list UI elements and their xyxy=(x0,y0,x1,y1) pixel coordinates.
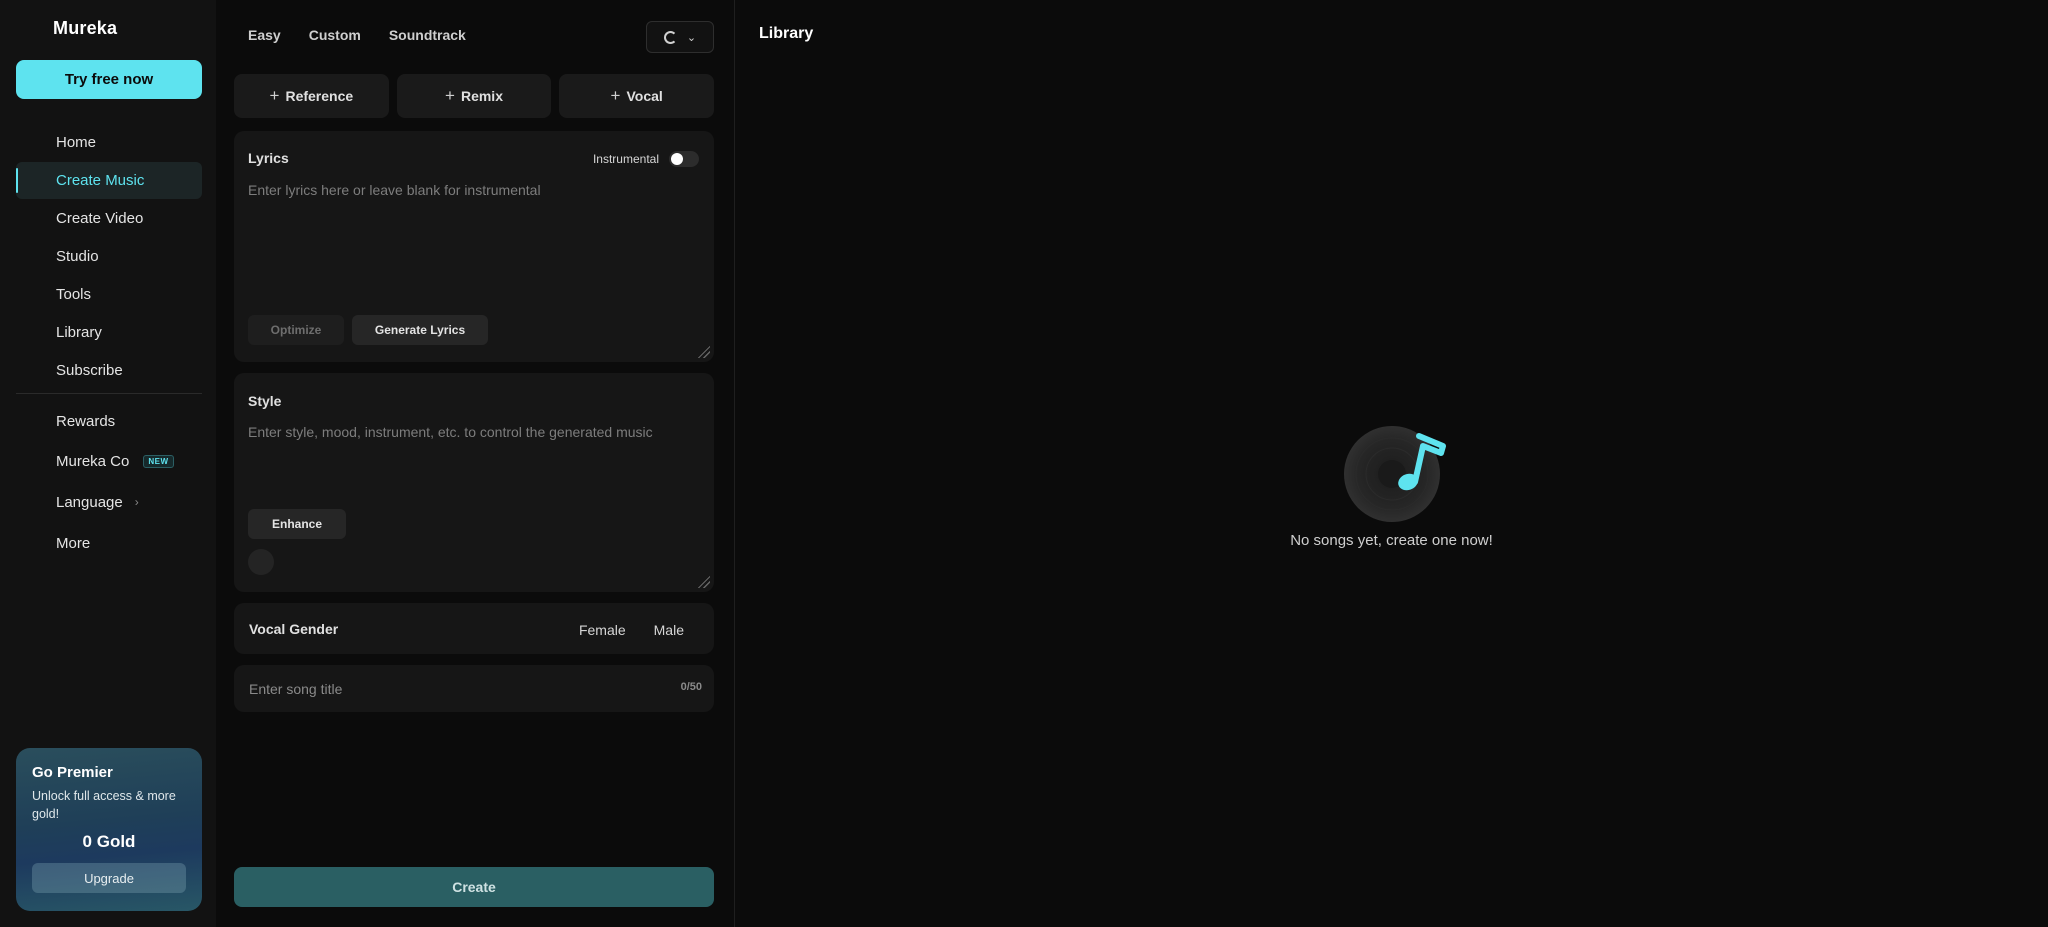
lyrics-input[interactable]: Enter lyrics here or leave blank for ins… xyxy=(248,182,541,198)
generate-lyrics-button[interactable]: Generate Lyrics xyxy=(352,315,488,345)
title-char-counter: 0/50 xyxy=(680,681,702,693)
create-panel: Easy Custom Soundtrack ⌄ + Reference + R… xyxy=(216,0,734,927)
add-vocal-label: Vocal xyxy=(626,88,663,104)
add-remix-button[interactable]: + Remix xyxy=(396,74,552,118)
chevron-right-icon: › xyxy=(134,495,139,509)
sidebar-item-studio[interactable]: Studio xyxy=(16,238,202,275)
upgrade-button[interactable]: Upgrade xyxy=(32,863,186,893)
vocal-female-option[interactable]: Female xyxy=(579,622,626,638)
premier-title: Go Premier xyxy=(32,764,113,781)
sidebar-item-create-video[interactable]: Create Video xyxy=(16,200,202,237)
plus-icon: + xyxy=(610,86,621,105)
add-reference-label: Reference xyxy=(285,88,354,104)
instrumental-toggle[interactable] xyxy=(669,151,699,167)
enhance-button[interactable]: Enhance xyxy=(248,509,346,539)
sidebar-item-home[interactable]: Home xyxy=(16,124,202,161)
song-title-card: 0/50 xyxy=(234,665,714,712)
empty-library-message: No songs yet, create one now! xyxy=(1290,532,1493,549)
plus-icon: + xyxy=(269,86,280,105)
model-select[interactable]: ⌄ xyxy=(646,21,714,53)
premier-description: Unlock full access & more gold! xyxy=(32,789,176,821)
sidebar-item-create-music[interactable]: Create Music xyxy=(16,162,202,199)
tab-custom[interactable]: Custom xyxy=(309,27,361,43)
try-free-button[interactable]: Try free now xyxy=(16,60,202,99)
gold-balance: 0 Gold xyxy=(82,832,136,851)
create-button[interactable]: Create xyxy=(234,867,714,907)
sidebar-item-tools[interactable]: Tools xyxy=(16,276,202,313)
sidebar-item-language[interactable]: Language › xyxy=(16,482,202,522)
style-tag-button[interactable] xyxy=(248,549,274,575)
style-input[interactable]: Enter style, mood, instrument, etc. to c… xyxy=(248,424,653,440)
song-title-input[interactable] xyxy=(249,679,629,699)
style-title: Style xyxy=(248,393,282,409)
sidebar-item-subscribe[interactable]: Subscribe xyxy=(16,352,202,389)
vocal-gender-title: Vocal Gender xyxy=(249,621,339,637)
sidebar-item-library[interactable]: Library xyxy=(16,314,202,351)
new-badge: NEW xyxy=(143,454,174,468)
vocal-gender-options: Female Male xyxy=(579,622,684,638)
library-title: Library xyxy=(759,25,814,42)
resize-handle-icon[interactable] xyxy=(698,346,710,358)
plus-icon: + xyxy=(445,86,455,105)
sidebar-item-more[interactable]: More xyxy=(16,523,202,563)
tab-easy[interactable]: Easy xyxy=(248,27,281,43)
sidebar-nav: Home Create Music Create Video Studio To… xyxy=(16,124,202,564)
add-vocal-button[interactable]: + Vocal xyxy=(559,74,715,118)
logo[interactable]: Mureka xyxy=(53,18,117,39)
optimize-button[interactable]: Optimize xyxy=(248,315,344,345)
sidebar-item-label: Language xyxy=(56,493,123,511)
tab-soundtrack[interactable]: Soundtrack xyxy=(389,27,466,43)
add-reference-button[interactable]: + Reference xyxy=(234,74,389,118)
mode-tabs: Easy Custom Soundtrack xyxy=(248,27,466,43)
sidebar: Mureka Try free now Home Create Music Cr… xyxy=(0,0,216,927)
vocal-gender-card: Vocal Gender Female Male xyxy=(234,603,714,654)
sidebar-item-rewards[interactable]: Rewards xyxy=(16,403,202,440)
resize-handle-icon[interactable] xyxy=(698,576,710,588)
sidebar-item-mureka-co[interactable]: Mureka Co NEW xyxy=(16,441,202,481)
sidebar-item-label: Mureka Co xyxy=(56,452,130,470)
instrumental-toggle-group: Instrumental xyxy=(593,151,699,167)
toggle-knob xyxy=(671,153,683,165)
style-card: Style Enter style, mood, instrument, etc… xyxy=(234,373,714,592)
add-buttons-row: + Reference + Remix + Vocal xyxy=(234,74,715,118)
app: Mureka Try free now Home Create Music Cr… xyxy=(0,0,2048,927)
loading-icon xyxy=(663,30,677,44)
go-premier-card: Go Premier Unlock full access & more gol… xyxy=(16,748,202,911)
chevron-down-icon: ⌄ xyxy=(686,31,697,44)
sidebar-divider xyxy=(16,393,202,394)
instrumental-label: Instrumental xyxy=(592,152,659,166)
library-panel: Library No songs yet, create one now! xyxy=(735,0,2048,927)
vinyl-music-note-icon xyxy=(1344,426,1446,522)
add-remix-label: Remix xyxy=(460,88,503,104)
lyrics-title: Lyrics xyxy=(248,150,289,166)
lyrics-card: Lyrics Instrumental Enter lyrics here or… xyxy=(234,131,714,362)
vocal-male-option[interactable]: Male xyxy=(654,622,684,638)
